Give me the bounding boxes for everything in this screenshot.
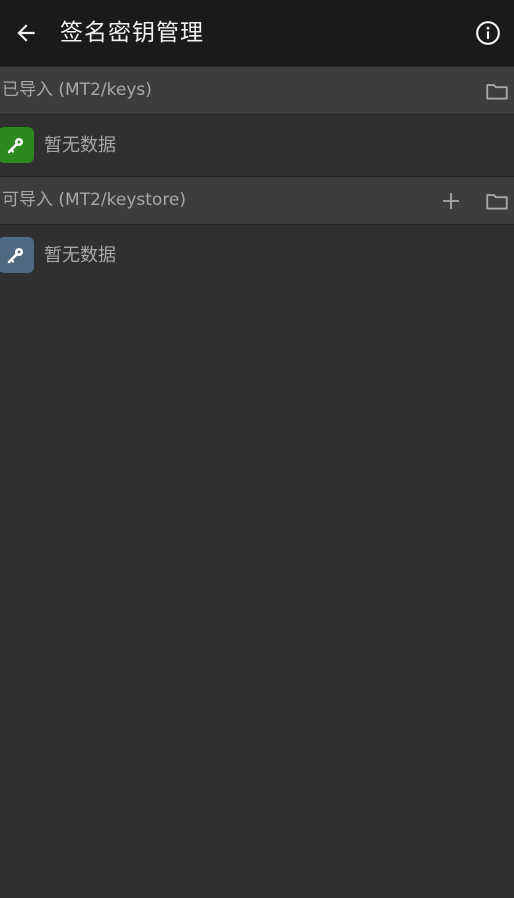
key-icon [7,248,23,264]
key-icon [7,138,23,154]
section-title: 可导入 (MT2/keystore) [2,190,187,210]
plus-icon [443,193,459,209]
info-button[interactable] [468,13,508,53]
key-badge [0,127,34,163]
list-item-empty: 暂无数据 [0,116,514,176]
empty-text: 暂无数据 [44,245,116,266]
page-title: 签名密钥管理 [60,20,204,46]
app-root: 签名密钥管理 已导入 (MT2/keys) 暂无数据 可导入 (MT2/keys… [0,0,514,898]
key-badge [0,237,34,273]
open-folder-button[interactable] [482,76,512,106]
section-title: 已导入 (MT2/keys) [2,80,152,100]
section-header-imported: 已导入 (MT2/keys) [0,66,514,115]
folder-icon [486,194,508,210]
toolbar: 签名密钥管理 [0,0,514,66]
info-icon [476,21,500,45]
list-item-empty: 暂无数据 [0,226,514,286]
open-folder-button[interactable] [482,186,512,216]
folder-icon [486,84,508,100]
back-button[interactable] [6,13,46,53]
add-button[interactable] [436,186,466,216]
section-header-importable: 可导入 (MT2/keystore) [0,176,514,225]
arrow-left-icon [17,24,35,42]
empty-text: 暂无数据 [44,135,116,156]
